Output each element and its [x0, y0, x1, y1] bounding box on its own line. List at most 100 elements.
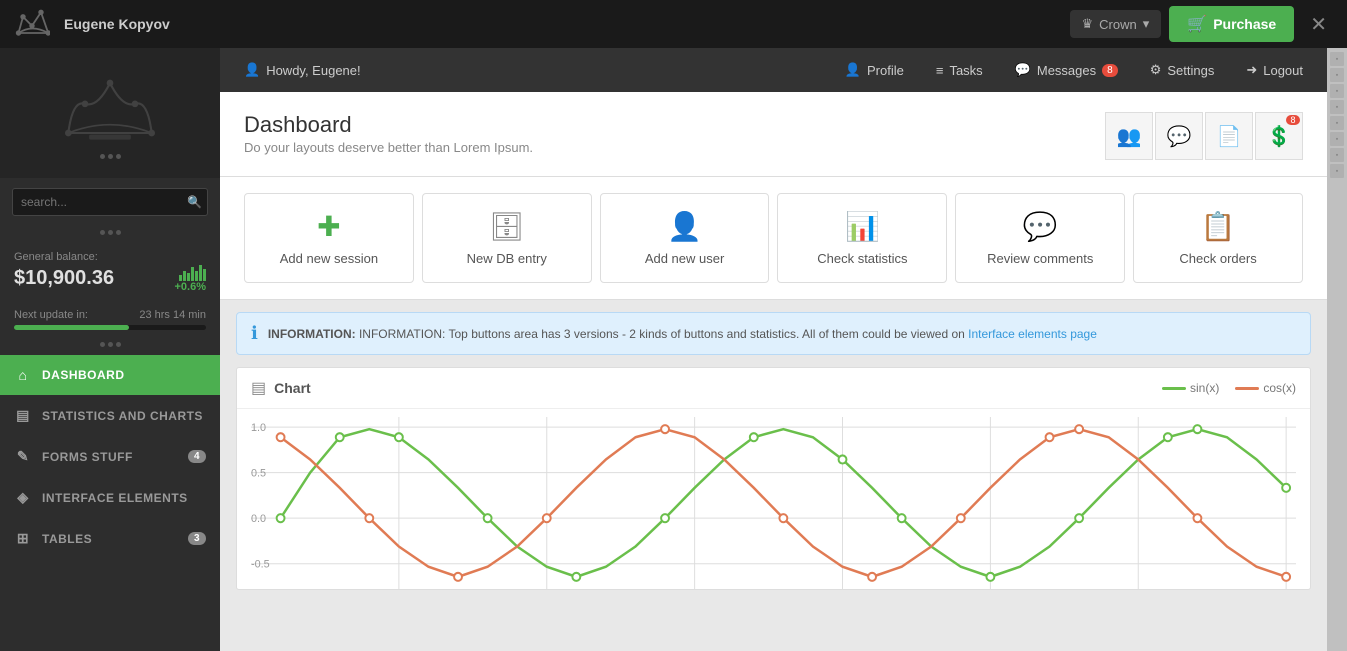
top-bar: Eugene Kopyov ♛ Crown ▾ 🛒 Purchase ✕ — [0, 0, 1347, 48]
greeting-text: Howdy, Eugene! — [266, 63, 360, 78]
sidebar-item-interface[interactable]: ◈ INTERFACE ELEMENTS — [0, 477, 220, 518]
legend-sin-line — [1162, 387, 1186, 390]
user-icon: ◈ — [14, 489, 32, 506]
balance-amount: $10,900.36 — [14, 267, 114, 290]
legend-sin-label: sin(x) — [1190, 381, 1219, 395]
profile-label: Profile — [867, 63, 904, 78]
info-bar: ℹ INFORMATION: INFORMATION: Top buttons … — [236, 312, 1311, 355]
check-orders-label: Check orders — [1179, 251, 1256, 266]
settings-icon: ⚙ — [1150, 62, 1162, 78]
balance-section: General balance: $10,900.36 +0.6% — [0, 239, 220, 305]
quick-actions-bar: ✚ Add new session 🗄 New DB entry 👤 Add n… — [220, 177, 1327, 300]
check-orders-button[interactable]: 📋 Check orders — [1133, 193, 1303, 283]
sidebar: 🔍 General balance: $10,900.36 — [0, 48, 220, 651]
add-user-button[interactable]: 👤 Add new user — [600, 193, 770, 283]
edge-item-8[interactable]: ▪ — [1330, 164, 1344, 178]
review-comments-label: Review comments — [987, 251, 1093, 266]
dashboard-title-group: Dashboard Do your layouts deserve better… — [244, 112, 533, 155]
billing-icon: 💲 — [1267, 124, 1292, 149]
comments-icon: 💬 — [1167, 124, 1192, 149]
info-text: INFORMATION: INFORMATION: Top buttons ar… — [268, 327, 1097, 341]
search-input[interactable] — [12, 188, 208, 216]
sidebar-item-dashboard[interactable]: ⌂ DASHBOARD — [0, 355, 220, 395]
messages-icon: 💬 — [1015, 62, 1031, 78]
sidebar-item-statistics[interactable]: ▤ STATISTICS AND CHARTS — [0, 395, 220, 436]
dashboard-body: Dashboard Do your layouts deserve better… — [220, 92, 1327, 651]
add-session-button[interactable]: ✚ Add new session — [244, 193, 414, 283]
tasks-link[interactable]: ≡ Tasks — [928, 59, 991, 82]
tasks-icon: ≡ — [936, 63, 944, 78]
messages-link[interactable]: 💬 Messages 8 — [1007, 58, 1126, 82]
legend-cos-line — [1235, 387, 1259, 390]
user-avatar-icon: 👤 — [244, 62, 260, 78]
balance-percent: +0.6% — [175, 281, 207, 293]
edge-item-4[interactable]: ▪ — [1330, 100, 1344, 114]
edge-item-1[interactable]: ▪ — [1330, 52, 1344, 66]
sidebar-logo — [0, 48, 220, 178]
comments-icon-btn[interactable]: 💬 — [1155, 112, 1203, 160]
messages-label: Messages — [1037, 63, 1096, 78]
add-session-icon: ✚ — [317, 210, 340, 243]
crown-icon: ♛ — [1082, 16, 1094, 32]
users-icon: 👥 — [1117, 124, 1142, 149]
chart-svg: 1.0 0.5 0.0 -0.5 — [251, 417, 1296, 589]
logout-icon: ➜ — [1246, 62, 1257, 78]
edit-icon: ✎ — [14, 448, 32, 465]
purchase-button[interactable]: 🛒 Purchase — [1169, 6, 1294, 42]
username-label: Eugene Kopyov — [64, 16, 1070, 32]
home-icon: ⌂ — [14, 367, 32, 383]
info-link[interactable]: Interface elements page — [968, 327, 1097, 341]
edge-item-3[interactable]: ▪ — [1330, 84, 1344, 98]
tasks-label: Tasks — [949, 63, 982, 78]
logout-link[interactable]: ➜ Logout — [1238, 58, 1311, 82]
sidebar-item-tables[interactable]: ⊞ TABLES 3 — [0, 518, 220, 559]
update-progress-bar — [14, 325, 206, 330]
next-update-label: Next update in: — [14, 309, 88, 321]
info-body: INFORMATION: Top buttons area has 3 vers… — [359, 327, 968, 341]
tables-badge: 3 — [188, 532, 206, 545]
logo — [12, 4, 52, 44]
svg-text:1.0: 1.0 — [251, 422, 266, 434]
update-progress-fill — [14, 325, 129, 330]
billing-badge: 8 — [1286, 115, 1300, 125]
edge-item-6[interactable]: ▪ — [1330, 132, 1344, 146]
theme-selector[interactable]: ♛ Crown ▾ — [1070, 10, 1162, 38]
sidebar-nav: ⌂ DASHBOARD ▤ STATISTICS AND CHARTS ✎ FO… — [0, 355, 220, 559]
edge-item-5[interactable]: ▪ — [1330, 116, 1344, 130]
legend-sin: sin(x) — [1162, 381, 1219, 395]
sidebar-item-forms[interactable]: ✎ FORMS STUFF 4 — [0, 436, 220, 477]
sub-header: 👤 Howdy, Eugene! 👤 Profile ≡ Tasks 💬 Mes… — [220, 48, 1327, 92]
right-edge-bar: ▪ ▪ ▪ ▪ ▪ ▪ ▪ ▪ — [1327, 48, 1347, 651]
main-layout: 🔍 General balance: $10,900.36 — [0, 48, 1347, 651]
next-update-value: 23 hrs 14 min — [139, 309, 206, 321]
review-comments-button[interactable]: 💬 Review comments — [955, 193, 1125, 283]
profile-link[interactable]: 👤 Profile — [837, 58, 912, 82]
billing-icon-btn[interactable]: 💲 8 — [1255, 112, 1303, 160]
divider-dots-2 — [0, 338, 220, 351]
svg-text:0.5: 0.5 — [251, 468, 266, 480]
balance-chart — [179, 263, 206, 281]
edge-item-2[interactable]: ▪ — [1330, 68, 1344, 82]
settings-link[interactable]: ⚙ Settings — [1142, 58, 1223, 82]
settings-label: Settings — [1167, 63, 1214, 78]
users-icon-btn[interactable]: 👥 — [1105, 112, 1153, 160]
add-user-label: Add new user — [645, 251, 725, 266]
docs-icon-btn[interactable]: 📄 — [1205, 112, 1253, 160]
chart-section: ▤ Chart sin(x) cos(x) — [236, 367, 1311, 590]
cart-icon: 🛒 — [1187, 14, 1207, 34]
dashboard-subtitle: Do your layouts deserve better than Lore… — [244, 140, 533, 155]
forms-badge: 4 — [188, 450, 206, 463]
balance-change: +0.6% — [175, 263, 207, 293]
profile-icon: 👤 — [845, 62, 861, 78]
search-button[interactable]: 🔍 — [187, 195, 202, 209]
logout-label: Logout — [1263, 63, 1303, 78]
sidebar-logo-dots — [100, 154, 121, 159]
close-button[interactable]: ✕ — [1302, 12, 1335, 37]
purchase-label: Purchase — [1213, 16, 1276, 32]
new-db-button[interactable]: 🗄 New DB entry — [422, 193, 592, 283]
theme-label: Crown — [1099, 17, 1137, 32]
edge-item-7[interactable]: ▪ — [1330, 148, 1344, 162]
check-stats-button[interactable]: 📊 Check statistics — [777, 193, 947, 283]
chart-title: Chart — [274, 380, 1154, 396]
content-area: 👤 Howdy, Eugene! 👤 Profile ≡ Tasks 💬 Mes… — [220, 48, 1327, 651]
